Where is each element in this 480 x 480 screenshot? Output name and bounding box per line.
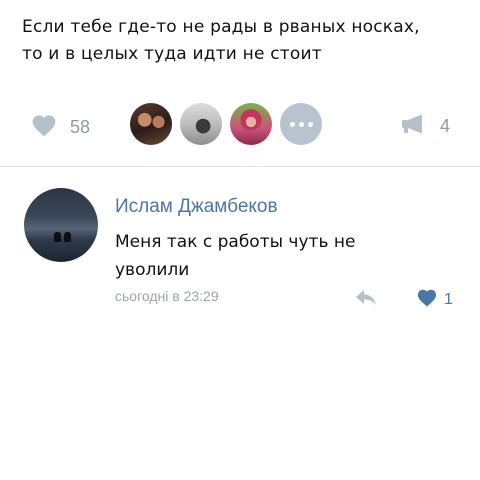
comment-timestamp: сьогодні в 23:29 <box>115 288 219 304</box>
reply-arrow-icon <box>354 290 378 311</box>
post-text-line: то и в целых туда идти не стоит <box>22 44 322 64</box>
liker-avatar[interactable] <box>130 103 172 145</box>
post-text-line: Если тебе где-то не рады в рваных носках… <box>22 17 420 37</box>
comment-like-button[interactable]: 1 <box>416 287 453 312</box>
megaphone-icon <box>400 113 428 140</box>
ellipsis-icon <box>307 121 313 127</box>
ellipsis-icon <box>298 121 304 127</box>
comment-like-count: 1 <box>444 290 453 308</box>
divider <box>0 166 480 167</box>
comment-author-name[interactable]: Ислам Джамбеков <box>115 196 278 218</box>
avatar-figure <box>64 232 71 242</box>
post-screen: Если тебе где-то не рады в рваных носках… <box>0 0 480 480</box>
ellipsis-icon <box>289 121 295 127</box>
post-share-button[interactable]: 4 <box>400 113 450 140</box>
comment-author-avatar[interactable] <box>24 188 98 262</box>
avatar-figure <box>54 232 61 242</box>
post-text: Если тебе где-то не рады в рваных носках… <box>22 14 462 68</box>
liker-avatar[interactable] <box>230 103 272 145</box>
more-likers-button[interactable] <box>280 103 322 145</box>
heart-icon <box>30 112 58 142</box>
post-actions: 58 4 <box>0 100 480 150</box>
reply-button[interactable] <box>354 287 378 312</box>
comment-text: Меня так с работы чуть не уволили <box>115 232 356 280</box>
liker-avatar[interactable] <box>180 103 222 145</box>
heart-icon <box>416 287 438 312</box>
post-like-button[interactable]: 58 <box>30 112 90 142</box>
post-share-count: 4 <box>440 116 451 136</box>
post-like-count: 58 <box>70 116 91 137</box>
likers-list <box>130 103 322 145</box>
